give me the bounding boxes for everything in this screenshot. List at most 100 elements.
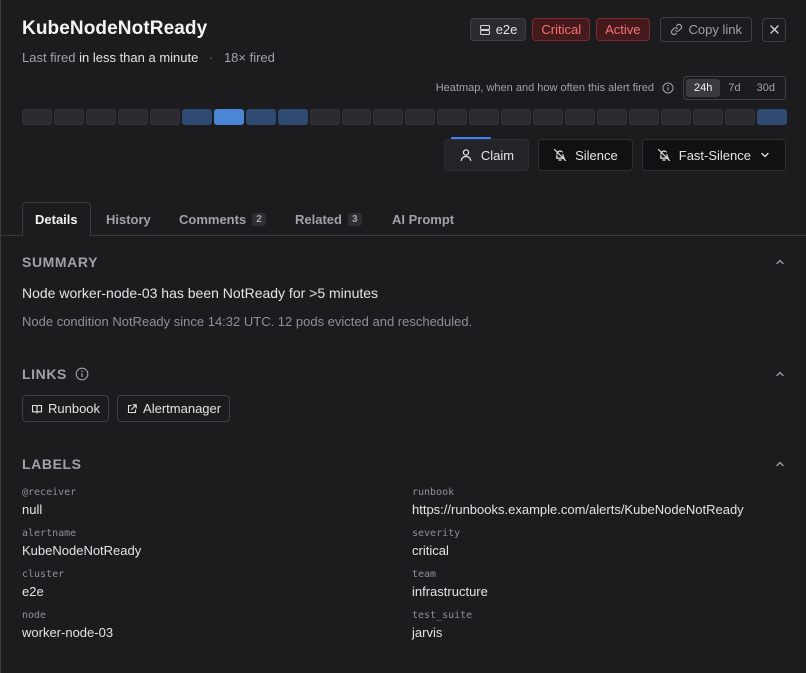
link-icon: [670, 23, 683, 36]
range-7d[interactable]: 7d: [720, 79, 748, 97]
heatmap-cell[interactable]: [629, 109, 660, 125]
status-badge: Active: [596, 18, 650, 41]
links-list: Runbook Alertmanager: [22, 395, 231, 422]
heatmap-cell[interactable]: [213, 109, 244, 125]
claim-button[interactable]: Claim: [443, 139, 530, 171]
alert-title: KubeNodeNotReady: [22, 18, 208, 39]
tab-history-label: History: [106, 211, 151, 227]
range-24h[interactable]: 24h: [686, 79, 721, 97]
chevron-up-icon[interactable]: [774, 458, 786, 470]
label-key: cluster: [22, 569, 65, 580]
chevron-down-icon: [759, 149, 771, 161]
heatmap-cell[interactable]: [85, 109, 116, 125]
label-value: critical: [412, 543, 449, 558]
tab-ai-prompt-label: AI Prompt: [392, 211, 455, 227]
heatmap-cell[interactable]: [149, 109, 180, 125]
silence-label: Silence: [575, 147, 618, 163]
info-icon[interactable]: [662, 82, 674, 94]
tab-history[interactable]: History: [106, 202, 151, 236]
fast-silence-label: Fast-Silence: [678, 147, 751, 163]
heatmap-cell[interactable]: [565, 109, 596, 125]
alert-detail-panel: KubeNodeNotReady Last fired in less than…: [0, 0, 806, 673]
info-icon[interactable]: [75, 367, 89, 381]
heatmap-cell[interactable]: [341, 109, 372, 125]
heatmap-cell[interactable]: [181, 109, 212, 125]
tab-ai-prompt[interactable]: AI Prompt: [392, 202, 454, 236]
copy-link-label: Copy link: [688, 22, 742, 37]
heatmap-cell[interactable]: [373, 109, 404, 125]
heatmap-cell[interactable]: [597, 109, 628, 125]
external-link-icon: [126, 403, 138, 415]
heatmap-cell[interactable]: [405, 109, 436, 125]
user-icon: [459, 148, 473, 162]
label-value: jarvis: [412, 625, 443, 640]
heatmap-header: Heatmap, when and how often this alert f…: [436, 76, 786, 100]
label-value: worker-node-03: [22, 625, 114, 640]
heatmap: [22, 109, 787, 125]
summary-heading[interactable]: SUMMARY: [22, 254, 98, 270]
heatmap-cell[interactable]: [437, 109, 468, 125]
alertmanager-link[interactable]: Alertmanager: [117, 395, 231, 422]
silence-button[interactable]: Silence: [538, 139, 633, 171]
claim-label: Claim: [480, 147, 515, 163]
tab-related-label: Related: [295, 211, 342, 227]
copy-link-button[interactable]: Copy link: [659, 17, 752, 42]
tab-comments[interactable]: Comments 2: [179, 202, 266, 236]
label-team: team infrastructure: [412, 569, 488, 599]
label-node: node worker-node-03: [22, 610, 113, 640]
chevron-up-icon[interactable]: [774, 368, 786, 380]
heatmap-cell[interactable]: [661, 109, 692, 125]
label-test-suite: test_suite jarvis: [412, 610, 472, 640]
separator: ·: [208, 50, 214, 65]
environment-label: e2e: [495, 22, 518, 37]
range-30d[interactable]: 30d: [749, 79, 783, 97]
fast-silence-button[interactable]: Fast-Silence: [641, 139, 786, 171]
heatmap-cell[interactable]: [693, 109, 723, 125]
server-icon: [479, 24, 491, 36]
heatmap-cell[interactable]: [22, 109, 52, 125]
heatmap-cell[interactable]: [117, 109, 148, 125]
heatmap-cell[interactable]: [533, 109, 564, 125]
book-icon: [31, 403, 43, 415]
heatmap-cell[interactable]: [756, 109, 787, 125]
heatmap-cell[interactable]: [501, 109, 532, 125]
label-key: runbook: [412, 487, 455, 498]
tab-related[interactable]: Related 3: [295, 202, 362, 236]
last-fired-label: Last fired: [22, 50, 76, 65]
header-actions: e2e Critical Active Copy link: [469, 17, 786, 42]
label-value: KubeNodeNotReady: [22, 543, 142, 558]
links-heading-label: LINKS: [22, 366, 67, 382]
heatmap-cell[interactable]: [53, 109, 84, 125]
label-value: null: [22, 502, 43, 517]
label-key: severity: [412, 528, 461, 539]
alertmanager-link-label: Alertmanager: [143, 401, 222, 416]
tab-details[interactable]: Details: [22, 202, 91, 237]
links-heading[interactable]: LINKS: [22, 366, 89, 382]
label-key: test_suite: [412, 610, 473, 621]
runbook-link[interactable]: Runbook: [22, 395, 110, 422]
heatmap-cell[interactable]: [245, 109, 276, 125]
summary-text: Node worker-node-03 has been NotReady fo…: [22, 285, 379, 301]
fired-info: Last fired in less than a minute · 18× f…: [22, 50, 275, 65]
comments-count-badge: 2: [252, 212, 266, 226]
runbook-link-label: Runbook: [48, 401, 101, 416]
heatmap-cell[interactable]: [469, 109, 500, 125]
environment-chip: e2e: [469, 18, 527, 41]
chevron-up-icon[interactable]: [774, 256, 786, 268]
label-key: team: [412, 569, 437, 580]
heatmap-cell[interactable]: [724, 109, 755, 125]
heatmap-cell[interactable]: [309, 109, 340, 125]
labels-heading-label: LABELS: [22, 456, 82, 472]
heatmap-cell[interactable]: [277, 109, 308, 125]
bell-off-icon: [553, 148, 567, 162]
label-cluster: cluster e2e: [22, 569, 64, 599]
label-value: infrastructure: [412, 584, 488, 599]
summary-heading-label: SUMMARY: [22, 254, 99, 270]
close-button[interactable]: [762, 17, 786, 42]
severity-badge: Critical: [532, 18, 591, 41]
heatmap-range-toggle: 24h 7d 30d: [683, 76, 786, 100]
last-fired-value: in less than a minute: [79, 50, 199, 65]
labels-heading[interactable]: LABELS: [22, 456, 82, 472]
label-value: https://runbooks.example.com/alerts/Kube…: [412, 502, 744, 517]
alert-actions: Claim Silence Fast-Silence: [443, 139, 786, 171]
